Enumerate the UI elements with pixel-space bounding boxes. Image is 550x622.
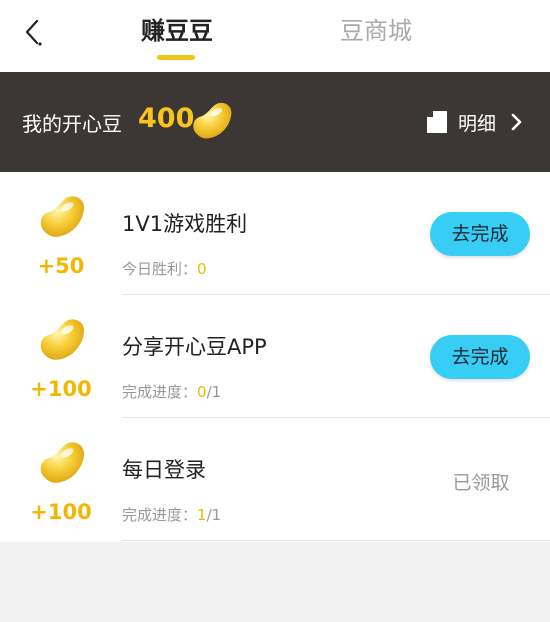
task-item: +100 每日登录 完成进度：1/1 已领取 — [0, 418, 550, 541]
progress-total: /1 — [206, 506, 222, 524]
bean-icon — [40, 196, 85, 237]
task-reward: +100 — [30, 377, 92, 401]
balance-label: 我的开心豆 — [22, 112, 122, 136]
progress-label: 完成进度： — [122, 383, 198, 401]
chevron-left-icon — [25, 19, 42, 46]
back-button[interactable] — [14, 12, 50, 52]
bean-icon — [40, 319, 85, 360]
go-complete-button[interactable]: 去完成 — [430, 335, 530, 379]
chevron-right-icon — [511, 113, 522, 131]
task-reward: +100 — [30, 500, 92, 524]
document-icon — [427, 111, 447, 133]
task-title: 1V1游戏胜利 — [122, 212, 248, 236]
task-reward: +50 — [37, 254, 85, 278]
divider — [122, 540, 550, 541]
task-item: +100 分享开心豆APP 完成进度：0/1 去完成 — [0, 295, 550, 418]
progress-done: 1 — [197, 506, 207, 524]
task-title: 分享开心豆APP — [122, 335, 267, 359]
go-complete-button[interactable]: 去完成 — [430, 212, 530, 256]
progress-done: 0 — [197, 383, 207, 401]
top-bar: 赚豆豆 豆商城 — [0, 0, 550, 72]
details-label: 明细 — [458, 112, 497, 135]
tab-bean-mall[interactable]: 豆商城 — [328, 14, 424, 54]
task-progress: 完成进度：0/1 — [122, 381, 221, 402]
active-tab-indicator — [157, 55, 195, 60]
progress-total: /1 — [206, 383, 222, 401]
progress-label: 今日胜利： — [122, 260, 198, 278]
task-progress: 完成进度：1/1 — [122, 504, 221, 525]
bean-balance-banner: 我的开心豆 400 明细 — [0, 72, 550, 172]
details-link[interactable]: 明细 — [426, 108, 536, 136]
task-progress: 今日胜利：0 — [122, 258, 207, 279]
balance-amount: 400 — [138, 103, 195, 134]
task-item: +50 1V1游戏胜利 今日胜利：0 去完成 — [0, 172, 550, 295]
task-list: +50 1V1游戏胜利 今日胜利：0 去完成 +100 分享开心豆APP 完成进… — [0, 172, 550, 542]
tab-earn-beans[interactable]: 赚豆豆 — [128, 14, 226, 54]
progress-done: 0 — [197, 260, 207, 278]
bean-icon — [40, 442, 85, 483]
progress-label: 完成进度： — [122, 506, 198, 524]
claimed-status: 已领取 — [452, 472, 510, 494]
task-title: 每日登录 — [122, 458, 206, 482]
bean-icon — [193, 102, 232, 139]
